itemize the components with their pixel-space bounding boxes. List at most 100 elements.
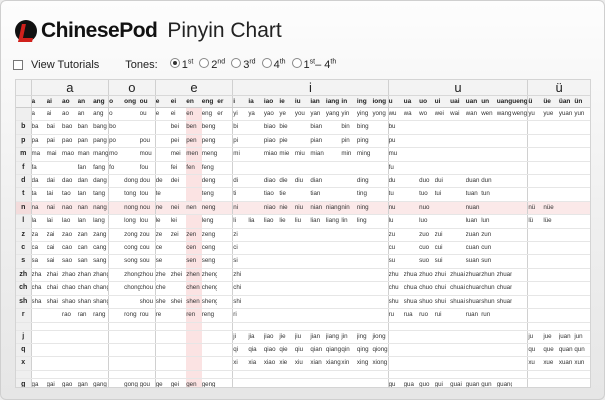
syllable-cell[interactable]: sui bbox=[434, 254, 451, 269]
syllable-cell[interactable]: teng bbox=[201, 187, 218, 202]
final-header[interactable]: a bbox=[30, 95, 47, 108]
syllable-cell[interactable]: qu bbox=[527, 343, 544, 358]
syllable-cell[interactable]: jiao bbox=[263, 330, 280, 344]
initial-header[interactable]: d bbox=[16, 174, 31, 189]
syllable-cell[interactable]: de bbox=[154, 174, 171, 189]
syllable-cell[interactable]: ga bbox=[30, 378, 47, 387]
syllable-cell[interactable]: chen bbox=[186, 281, 202, 296]
syllable-cell[interactable]: gong bbox=[124, 378, 140, 387]
initial-header[interactable]: zh bbox=[16, 268, 31, 283]
syllable-cell[interactable]: mo bbox=[108, 147, 125, 162]
syllable-cell[interactable]: cong bbox=[124, 241, 140, 256]
syllable-cell[interactable]: du bbox=[387, 174, 404, 189]
syllable-cell[interactable]: zhui bbox=[434, 268, 451, 283]
syllable-cell[interactable]: gui bbox=[434, 378, 451, 387]
syllable-cell[interactable]: zei bbox=[170, 228, 187, 243]
syllable-cell[interactable]: zun bbox=[481, 228, 497, 243]
syllable-cell[interactable]: cha bbox=[30, 281, 47, 296]
syllable-cell[interactable]: ai bbox=[46, 107, 63, 122]
syllable-cell[interactable]: nang bbox=[93, 201, 109, 216]
syllable-cell[interactable]: qiu bbox=[294, 343, 311, 358]
syllable-cell[interactable]: ci bbox=[232, 241, 249, 256]
syllable-cell[interactable]: eng bbox=[201, 107, 218, 122]
syllable-cell[interactable]: zui bbox=[434, 228, 451, 243]
syllable-cell[interactable]: nan bbox=[77, 201, 94, 216]
initial-header[interactable]: sh bbox=[16, 295, 31, 310]
syllable-cell[interactable]: ying bbox=[356, 107, 373, 122]
syllable-cell[interactable]: pian bbox=[310, 134, 326, 149]
syllable-cell[interactable]: bu bbox=[387, 120, 404, 135]
final-header[interactable]: o bbox=[108, 95, 125, 108]
syllable-cell[interactable]: o bbox=[108, 107, 125, 122]
syllable-cell[interactable]: sheng bbox=[201, 295, 218, 310]
syllable-cell[interactable]: seng bbox=[201, 254, 218, 269]
syllable-cell[interactable]: shi bbox=[232, 295, 249, 310]
initial-header[interactable]: n bbox=[16, 201, 31, 216]
syllable-cell[interactable]: tong bbox=[124, 187, 140, 202]
view-tutorials-checkbox[interactable] bbox=[13, 59, 23, 70]
syllable-cell[interactable]: ze bbox=[154, 228, 171, 243]
syllable-cell[interactable]: wang bbox=[496, 107, 513, 122]
syllable-cell[interactable]: li bbox=[232, 214, 249, 229]
syllable-cell[interactable]: zu bbox=[387, 228, 404, 243]
syllable-cell[interactable]: ce bbox=[154, 241, 171, 256]
syllable-cell[interactable]: ran bbox=[77, 308, 94, 323]
syllable-cell[interactable]: ya bbox=[248, 107, 264, 122]
syllable-cell[interactable]: pa bbox=[30, 134, 47, 149]
syllable-cell[interactable]: wa bbox=[403, 107, 420, 122]
syllable-cell[interactable]: ben bbox=[186, 120, 202, 135]
syllable-cell[interactable]: xu bbox=[527, 356, 544, 371]
syllable-cell[interactable]: zhun bbox=[481, 268, 497, 283]
syllable-cell[interactable]: nao bbox=[62, 201, 78, 216]
syllable-cell[interactable]: zheng bbox=[201, 268, 218, 283]
tone-radio-2[interactable] bbox=[199, 58, 210, 68]
syllable-cell[interactable]: qiong bbox=[372, 343, 389, 358]
syllable-cell[interactable]: shai bbox=[46, 295, 63, 310]
syllable-cell[interactable]: nin bbox=[341, 201, 357, 216]
syllable-cell[interactable]: dun bbox=[481, 174, 497, 189]
syllable-cell[interactable]: miao bbox=[263, 147, 280, 162]
syllable-cell[interactable]: bi bbox=[232, 120, 249, 135]
syllable-cell[interactable]: yang bbox=[325, 107, 342, 122]
syllable-cell[interactable]: guai bbox=[450, 378, 466, 387]
syllable-cell[interactable]: chua bbox=[403, 281, 420, 296]
syllable-cell[interactable]: guan bbox=[465, 378, 482, 387]
syllable-cell[interactable]: qiang bbox=[325, 343, 342, 358]
final-header[interactable]: üe bbox=[543, 95, 559, 108]
syllable-cell[interactable]: rui bbox=[434, 308, 451, 323]
syllable-cell[interactable]: chao bbox=[62, 281, 78, 296]
syllable-cell[interactable]: chan bbox=[77, 281, 94, 296]
syllable-cell[interactable]: fei bbox=[170, 161, 187, 176]
syllable-cell[interactable]: lia bbox=[248, 214, 264, 229]
syllable-cell[interactable]: she bbox=[154, 295, 171, 310]
syllable-cell[interactable]: can bbox=[77, 241, 94, 256]
syllable-cell[interactable]: zhong bbox=[124, 268, 140, 283]
syllable-cell[interactable]: zhuai bbox=[450, 268, 466, 283]
final-header[interactable]: ou bbox=[139, 95, 156, 108]
syllable-cell[interactable]: min bbox=[341, 147, 357, 162]
syllable-cell[interactable]: jue bbox=[543, 330, 559, 344]
syllable-cell[interactable]: lü bbox=[527, 214, 544, 229]
syllable-cell[interactable]: beng bbox=[201, 120, 218, 135]
syllable-cell[interactable]: wu bbox=[387, 107, 404, 122]
syllable-cell[interactable]: ming bbox=[356, 147, 373, 162]
syllable-cell[interactable]: lou bbox=[139, 214, 156, 229]
syllable-cell[interactable]: a bbox=[30, 107, 47, 122]
syllable-cell[interactable]: rong bbox=[124, 308, 140, 323]
syllable-cell[interactable]: jing bbox=[356, 330, 373, 344]
syllable-cell[interactable]: la bbox=[30, 214, 47, 229]
syllable-cell[interactable]: ang bbox=[93, 107, 109, 122]
syllable-cell[interactable]: cuo bbox=[419, 241, 435, 256]
syllable-cell[interactable]: pin bbox=[341, 134, 357, 149]
syllable-cell[interactable]: jie bbox=[279, 330, 295, 344]
syllable-cell[interactable]: niao bbox=[263, 201, 280, 216]
syllable-cell[interactable]: pei bbox=[170, 134, 187, 149]
syllable-cell[interactable]: biao bbox=[263, 120, 280, 135]
syllable-cell[interactable]: xian bbox=[310, 356, 326, 371]
syllable-cell[interactable]: mu bbox=[387, 147, 404, 162]
initial-header[interactable]: p bbox=[16, 134, 31, 149]
syllable-cell[interactable]: jun bbox=[574, 330, 590, 344]
syllable-cell[interactable]: dui bbox=[434, 174, 451, 189]
syllable-cell[interactable]: ge bbox=[154, 378, 171, 387]
syllable-cell[interactable]: xiu bbox=[294, 356, 311, 371]
